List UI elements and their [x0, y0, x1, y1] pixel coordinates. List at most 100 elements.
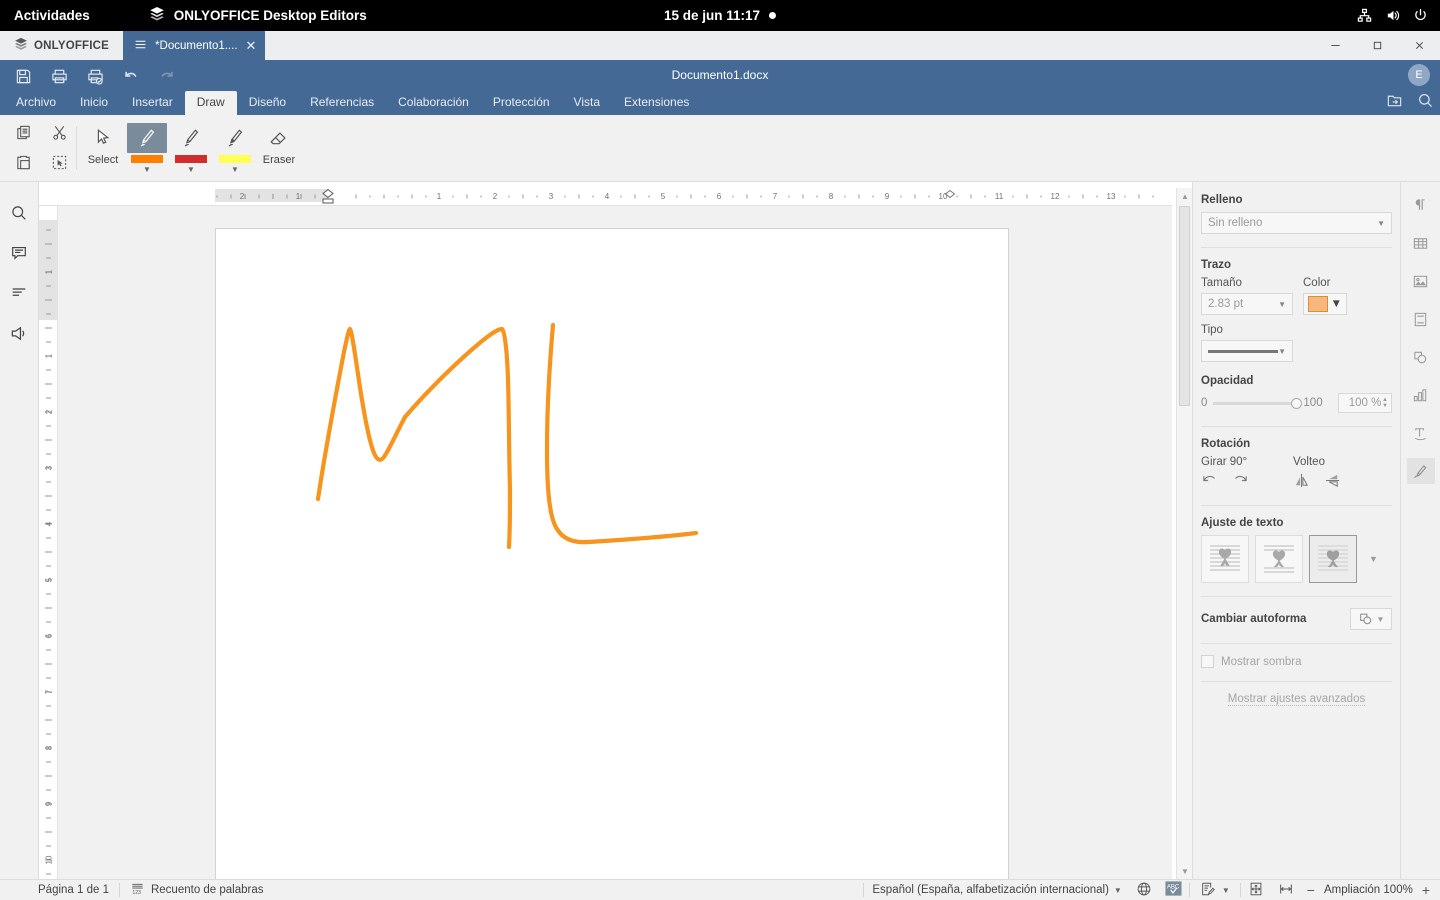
open-file-location-icon[interactable] — [1386, 92, 1403, 114]
navigation-icon[interactable] — [4, 280, 34, 306]
onlyoffice-logo-icon — [14, 37, 28, 54]
copy-icon[interactable] — [8, 118, 38, 146]
feedback-icon[interactable] — [4, 320, 34, 346]
scrollbar-thumb[interactable] — [1179, 206, 1190, 406]
redo-icon[interactable] — [152, 62, 182, 90]
shape-settings-icon[interactable] — [1407, 344, 1435, 370]
document-language-button[interactable]: Español (España, alfabetización internac… — [864, 884, 1129, 896]
set-language-button[interactable] — [1130, 880, 1158, 900]
chart-settings-icon[interactable] — [1407, 382, 1435, 408]
fit-width-button[interactable] — [1271, 880, 1301, 900]
tab-draw[interactable]: Draw — [184, 91, 237, 115]
signature-settings-icon[interactable] — [1406, 458, 1435, 484]
stepper-icon[interactable]: ▲ ▼ — [1382, 397, 1388, 409]
rotate-counterclockwise-icon[interactable] — [1201, 472, 1218, 492]
chevron-down-icon[interactable]: ▼ — [187, 166, 195, 174]
maximize-button[interactable] — [1356, 31, 1398, 60]
activities-button[interactable]: Actividades — [14, 8, 90, 23]
more-wrap-options-icon[interactable]: ▼ — [1369, 554, 1378, 564]
document-tab[interactable]: *Documento1.... ✕ — [123, 31, 266, 60]
image-settings-icon[interactable] — [1407, 268, 1435, 294]
print-icon[interactable] — [44, 62, 74, 90]
opacity-value-input[interactable]: 100 % ▲ ▼ — [1338, 393, 1392, 413]
tab-vista[interactable]: Vista — [562, 91, 612, 115]
active-app-indicator[interactable]: ONLYOFFICE Desktop Editors — [149, 6, 367, 25]
scroll-down-arrow-icon[interactable]: ▼ — [1177, 863, 1193, 879]
tab-referencias[interactable]: Referencias — [298, 91, 386, 115]
flip-horizontal-icon[interactable] — [1293, 472, 1310, 492]
tab-colaboracion[interactable]: Colaboración — [386, 91, 481, 115]
tab-archivo[interactable]: Archivo — [4, 91, 68, 115]
fill-type-select[interactable]: Sin relleno ▼ — [1201, 212, 1392, 234]
opacity-max-label: 100 — [1303, 397, 1323, 409]
tab-insertar[interactable]: Insertar — [120, 91, 185, 115]
stroke-color-picker[interactable]: ▼ — [1303, 293, 1347, 315]
vertical-scrollbar[interactable]: ▲ ▼ — [1176, 188, 1192, 879]
wrap-option-square[interactable] — [1255, 535, 1303, 583]
document-canvas[interactable] — [58, 206, 1172, 879]
paste-icon[interactable] — [8, 148, 38, 176]
zoom-in-button[interactable]: + — [1422, 883, 1430, 897]
tool-pen-red[interactable]: ▼ — [169, 123, 213, 174]
zoom-level-label[interactable]: Ampliación 100% — [1324, 884, 1413, 896]
stroke-size-select[interactable]: 2.83 pt ▼ — [1201, 293, 1293, 315]
handwritten-ml-sketch[interactable] — [216, 229, 1010, 879]
opacity-slider-track[interactable] — [1213, 397, 1303, 409]
svg-text:9: 9 — [885, 192, 890, 201]
quick-print-icon[interactable] — [80, 62, 110, 90]
track-changes-button[interactable]: ▼ — [1190, 880, 1240, 900]
tool-pen-orange[interactable]: ▼ — [125, 123, 169, 174]
horizontal-ruler[interactable]: 2 1 1 2 3 4 5 6 7 8 9 10 11 12 13 — [39, 188, 1172, 206]
word-count-button[interactable]: 123 Recuento de palabras — [120, 880, 274, 900]
chevron-down-icon[interactable]: ▼ — [231, 166, 239, 174]
power-icon[interactable] — [1413, 8, 1428, 23]
tab-diseno[interactable]: Diseño — [237, 91, 298, 115]
page-indicator[interactable]: Página 1 de 1 — [0, 880, 119, 900]
search-icon[interactable] — [1417, 92, 1434, 114]
opacity-control[interactable]: 0 100 100 % ▲ ▼ — [1201, 393, 1392, 413]
user-avatar[interactable]: E — [1408, 64, 1430, 86]
flip-vertical-icon[interactable] — [1324, 472, 1341, 492]
volume-icon[interactable] — [1385, 8, 1400, 23]
tab-inicio[interactable]: Inicio — [68, 91, 120, 115]
text-art-settings-icon[interactable] — [1407, 420, 1435, 446]
rotate-clockwise-icon[interactable] — [1232, 472, 1249, 492]
tool-eraser[interactable]: Eraser — [257, 123, 301, 166]
close-tab-icon[interactable]: ✕ — [246, 39, 257, 52]
show-shadow-row[interactable]: Mostrar sombra — [1201, 655, 1392, 668]
gnome-clock[interactable]: 15 de jun 11:17 — [664, 8, 777, 23]
stroke-type-select[interactable]: ▼ — [1201, 340, 1293, 362]
tab-proteccion[interactable]: Protección — [481, 91, 562, 115]
show-shadow-checkbox[interactable] — [1201, 655, 1214, 668]
gnome-system-tray[interactable] — [1357, 8, 1428, 23]
tab-extensiones[interactable]: Extensiones — [612, 91, 701, 115]
search-icon[interactable] — [4, 200, 34, 226]
paragraph-settings-icon[interactable] — [1407, 192, 1435, 218]
wrap-option-inline[interactable] — [1201, 535, 1249, 583]
cut-icon[interactable] — [44, 118, 74, 146]
hamburger-icon[interactable] — [134, 38, 147, 54]
fit-page-button[interactable] — [1241, 880, 1271, 900]
close-button[interactable] — [1398, 31, 1440, 60]
undo-icon[interactable] — [116, 62, 146, 90]
wrap-option-tight[interactable] — [1309, 535, 1357, 583]
opacity-slider-knob[interactable] — [1291, 397, 1303, 409]
scroll-up-arrow-icon[interactable]: ▲ — [1177, 188, 1193, 204]
minimize-button[interactable] — [1314, 31, 1356, 60]
advanced-settings-link[interactable]: Mostrar ajustes avanzados — [1227, 693, 1366, 706]
vertical-ruler[interactable]: 1 1 2 3 4 5 6 7 8 9 10 — [39, 206, 58, 879]
spellcheck-button[interactable]: ABC — [1158, 880, 1189, 900]
zoom-out-button[interactable]: − — [1307, 883, 1315, 897]
tool-highlighter-yellow[interactable]: ▼ — [213, 123, 257, 174]
header-footer-settings-icon[interactable] — [1407, 306, 1435, 332]
change-autoshape-button[interactable]: ▼ — [1350, 608, 1392, 630]
save-icon[interactable] — [8, 62, 38, 90]
network-icon[interactable] — [1357, 8, 1372, 23]
chevron-down-icon[interactable]: ▼ — [143, 166, 151, 174]
document-page[interactable] — [215, 228, 1009, 879]
select-all-icon[interactable] — [44, 148, 74, 176]
toolbar-divider — [76, 126, 77, 170]
table-settings-icon[interactable] — [1407, 230, 1435, 256]
comments-icon[interactable] — [4, 240, 34, 266]
tool-select[interactable]: Select — [81, 123, 125, 166]
